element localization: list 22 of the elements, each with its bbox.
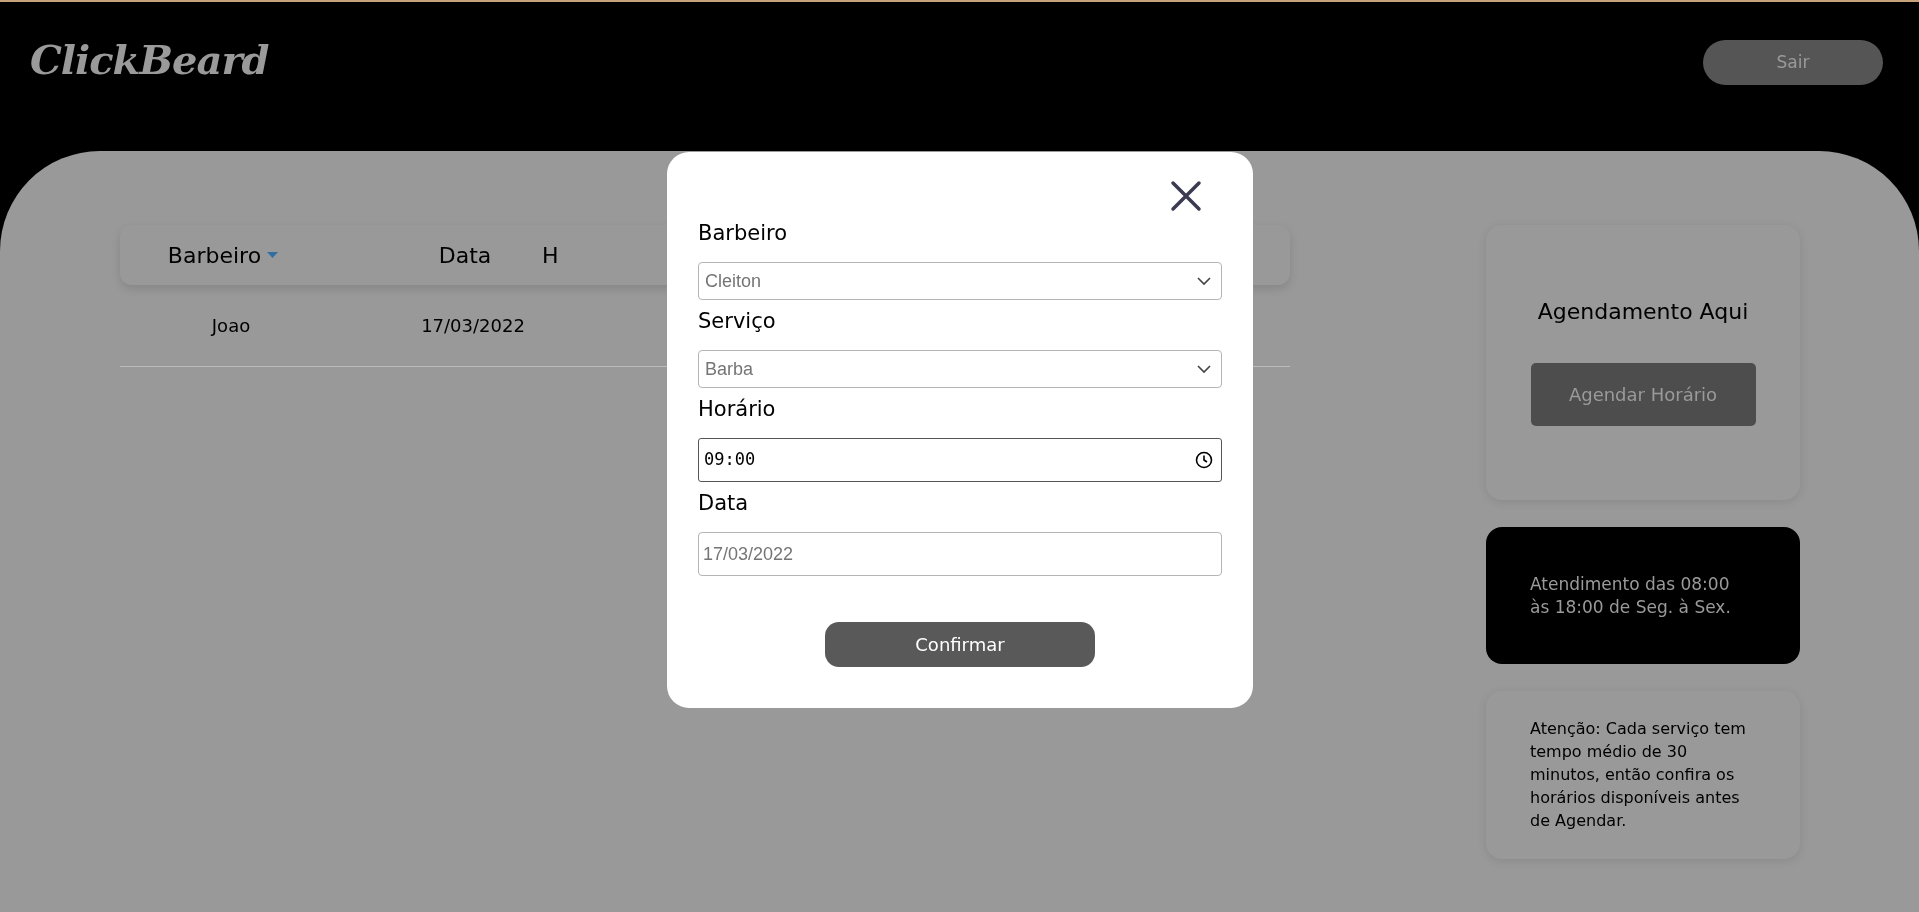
column-header[interactable]: Barbeiro	[167, 238, 262, 272]
field-label: Barbeiro	[698, 220, 788, 247]
column-header[interactable]: H	[542, 238, 559, 272]
select-field[interactable]: Barba	[698, 350, 1222, 388]
time-field[interactable]: 09:00	[698, 438, 1222, 482]
clock-icon	[1195, 451, 1213, 469]
field-label: Data	[698, 490, 750, 517]
date-field[interactable]: 17/03/2022	[698, 532, 1222, 576]
confirm-button[interactable]: Confirmar	[825, 622, 1095, 667]
table-cell-text: 17/03/2022	[421, 314, 525, 338]
chevron-down-icon	[1197, 276, 1211, 286]
field-label: Serviço	[698, 308, 777, 335]
card-title: Agendamento Aqui	[1537, 298, 1749, 326]
chevron-down-icon	[1197, 364, 1211, 374]
logo: ClickBeard	[30, 40, 269, 80]
table-cell-text: Joao	[211, 314, 251, 338]
column-header[interactable]: Data	[438, 238, 492, 272]
notice-text: Atenção: Cada serviço tem tempo médio de 30 minutos, então confira os horários disponíveis antes de Agendar.	[1530, 718, 1747, 832]
hours-text: Atendimento das 08:00 às 18:00 de Seg. à Sex.	[1530, 572, 1732, 619]
close-icon[interactable]	[1170, 180, 1202, 212]
field-label: Horário	[698, 396, 777, 423]
select-field[interactable]: Cleiton	[698, 262, 1222, 300]
